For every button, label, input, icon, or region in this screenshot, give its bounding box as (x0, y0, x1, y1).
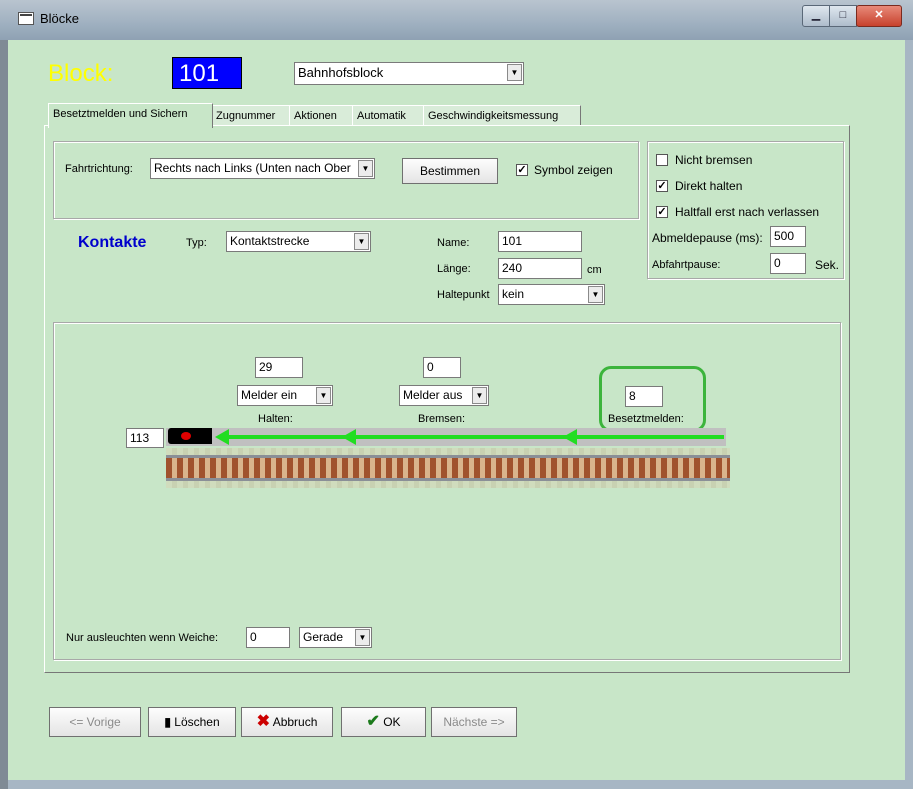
length-label: Länge: (437, 263, 471, 275)
chevron-down-icon[interactable]: ▼ (588, 286, 603, 303)
block-number-field[interactable]: 101 (172, 57, 242, 89)
release-pause-label: Abmeldepause (ms): (652, 231, 763, 245)
previous-label: <= Vorige (69, 715, 121, 729)
direction-group (53, 141, 639, 219)
direct-stop-checkbox[interactable]: ✓ (656, 180, 668, 192)
direct-stop-label: Direkt halten (675, 179, 743, 193)
delete-label: Löschen (174, 715, 220, 729)
previous-block-field[interactable]: 113 (126, 428, 164, 448)
arrow-left-icon (215, 429, 229, 445)
brake-label: Bremsen: (418, 413, 466, 425)
direction-select[interactable]: Rechts nach Links (Unten nach Ober ▼ (150, 158, 375, 179)
halt-contact-field[interactable]: 29 (255, 357, 303, 378)
contact-type-select[interactable]: Kontaktstrecke ▼ (226, 231, 371, 252)
switch-position-select[interactable]: Gerade ▼ (299, 627, 372, 648)
tab-automatik[interactable]: Automatik (352, 105, 425, 126)
chevron-down-icon[interactable]: ▼ (355, 629, 370, 646)
length-unit: cm (587, 264, 602, 276)
brake-mode-value: Melder aus (403, 388, 463, 402)
name-field[interactable]: 101 (498, 231, 582, 252)
block-label: Block: (48, 60, 114, 87)
previous-button[interactable]: <= Vorige (49, 707, 141, 737)
halt-mode-value: Melder ein (241, 388, 298, 402)
close-button[interactable]: ✕ (856, 5, 902, 27)
direction-line (222, 435, 724, 439)
next-button[interactable]: Nächste => (431, 707, 517, 737)
signal-post-icon (206, 428, 212, 444)
no-brake-label: Nicht bremsen (675, 153, 753, 167)
depart-pause-field[interactable]: 0 (770, 253, 806, 274)
brake-mode-select[interactable]: Melder aus ▼ (399, 385, 489, 406)
window-icon (18, 12, 34, 25)
chevron-down-icon[interactable]: ▼ (358, 160, 373, 177)
direction-label: Fahrtrichtung: (65, 163, 133, 175)
ok-label: OK (383, 715, 401, 729)
halt-label: Halten: (258, 413, 293, 425)
occupied-highlight (599, 366, 706, 432)
stop-point-label: Haltepunkt (437, 289, 490, 301)
stop-point-value: kein (502, 287, 525, 301)
switch-label: Nur ausleuchten wenn Weiche: (66, 632, 219, 644)
show-symbol-label: Symbol zeigen (534, 163, 613, 177)
window-border-left (0, 40, 8, 789)
cancel-label: Abbruch (272, 715, 318, 729)
switch-number-field[interactable]: 0 (246, 627, 290, 648)
chevron-down-icon[interactable]: ▼ (354, 233, 369, 250)
window-title: Blöcke (40, 11, 80, 26)
chevron-down-icon[interactable]: ▼ (316, 387, 331, 404)
track-sleepers-icon (166, 458, 730, 478)
cross-icon: ✖ (256, 713, 271, 730)
contacts-heading: Kontakte (78, 234, 147, 251)
next-label: Nächste => (443, 715, 505, 729)
show-symbol-checkbox[interactable]: ✓ (516, 164, 528, 176)
delete-button[interactable]: ▮ Löschen (148, 707, 236, 737)
tab-geschwindigkeitsmessung[interactable]: Geschwindigkeitsmessung (423, 105, 581, 126)
window-border-right (905, 40, 913, 789)
depart-pause-label: Abfahrtpause: (652, 259, 721, 271)
depart-pause-unit: Sek. (815, 258, 840, 272)
cancel-button[interactable]: ✖ Abbruch (241, 707, 333, 737)
tab-zugnummer[interactable]: Zugnummer (211, 105, 291, 126)
stop-after-leave-label: Haltfall erst nach verlassen (675, 205, 820, 219)
release-pause-field[interactable]: 500 (770, 226, 806, 247)
name-label: Name: (437, 237, 470, 249)
no-brake-checkbox[interactable] (656, 154, 668, 166)
arrow-left-icon (563, 429, 577, 445)
tab-besetztmelden[interactable]: Besetztmelden und Sichern (48, 103, 213, 128)
trash-icon: ▮ (164, 715, 171, 729)
block-type-select[interactable]: Bahnhofsblock ▼ (294, 62, 524, 85)
title-bar[interactable] (0, 0, 913, 41)
chevron-down-icon[interactable]: ▼ (472, 387, 487, 404)
contact-type-value: Kontaktstrecke (230, 234, 310, 248)
block-type-value: Bahnhofsblock (298, 65, 384, 80)
maximize-button[interactable]: □ (829, 5, 857, 27)
determine-button[interactable]: Bestimmen (402, 158, 498, 184)
contact-type-label: Typ: (186, 237, 207, 249)
stop-point-select[interactable]: kein ▼ (498, 284, 605, 305)
ok-button[interactable]: ✔ OK (341, 707, 426, 737)
window-border-bottom (8, 780, 913, 789)
tab-aktionen[interactable]: Aktionen (289, 105, 354, 126)
switch-position-value: Gerade (303, 630, 344, 644)
arrow-left-icon (342, 429, 356, 445)
direction-value: Rechts nach Links (Unten nach Ober (154, 161, 351, 175)
signal-light-icon (181, 432, 191, 440)
minimize-button[interactable]: ▁ (802, 5, 830, 27)
rail-bottom (166, 478, 730, 481)
chevron-down-icon[interactable]: ▼ (507, 64, 522, 81)
halt-mode-select[interactable]: Melder ein ▼ (237, 385, 333, 406)
brake-contact-field[interactable]: 0 (423, 357, 461, 378)
rail-top (166, 455, 730, 458)
length-field[interactable]: 240 (498, 258, 582, 279)
stop-after-leave-checkbox[interactable]: ✓ (656, 206, 668, 218)
checkmark-icon: ✔ (366, 713, 380, 730)
